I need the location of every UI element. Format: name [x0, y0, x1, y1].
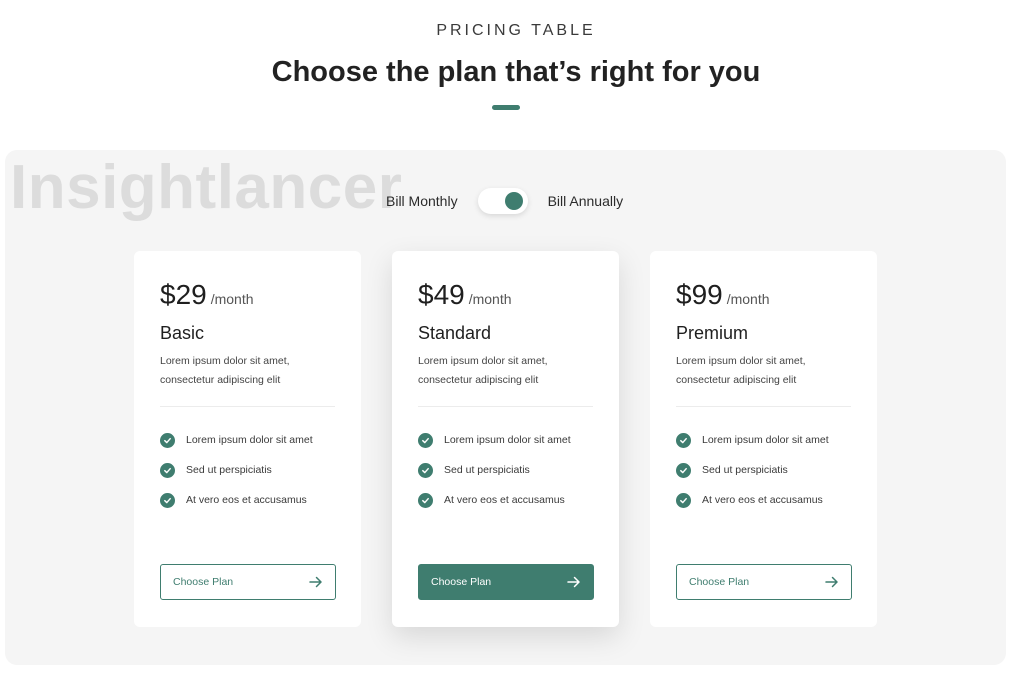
plan-card-premium: $99 /month Premium Lorem ipsum dolor sit… — [650, 251, 877, 627]
price-amount: $49 — [418, 279, 465, 310]
price-period: /month — [210, 291, 254, 307]
plan-price: $29 /month — [160, 279, 335, 311]
billing-toggle-group: Bill Monthly Bill Annually — [386, 186, 623, 216]
price-period: /month — [468, 291, 512, 307]
feature-item: Lorem ipsum dolor sit amet — [676, 425, 851, 455]
bill-monthly-label[interactable]: Bill Monthly — [386, 193, 458, 209]
check-circle-icon — [676, 462, 691, 478]
check-circle-icon — [676, 492, 691, 508]
bill-annually-label[interactable]: Bill Annually — [548, 193, 624, 209]
arrow-right-icon — [825, 576, 839, 588]
feature-item: Lorem ipsum dolor sit amet — [160, 425, 335, 455]
feature-label: Sed ut perspiciatis — [186, 464, 272, 476]
divider — [676, 406, 851, 407]
feature-label: Sed ut perspiciatis — [444, 464, 530, 476]
arrow-right-icon — [567, 576, 581, 588]
feature-item: At vero eos et accusamus — [160, 485, 335, 515]
page-title: Choose the plan that’s right for you — [271, 56, 761, 88]
button-label: Choose Plan — [689, 576, 750, 588]
feature-label: Lorem ipsum dolor sit amet — [702, 434, 829, 446]
plan-name: Premium — [676, 323, 749, 343]
plan-description: Lorem ipsum dolor sit amet, consectetur … — [160, 355, 290, 386]
choose-plan-button[interactable]: Choose Plan — [160, 564, 336, 600]
divider — [418, 406, 593, 407]
watermark-logo: Insightlancer — [10, 153, 403, 222]
feature-item: Sed ut perspiciatis — [160, 455, 335, 485]
divider — [160, 406, 335, 407]
choose-plan-button[interactable]: Choose Plan — [676, 564, 852, 600]
toggle-knob — [504, 192, 523, 210]
feature-label: At vero eos et accusamus — [186, 494, 307, 506]
check-circle-icon — [418, 492, 433, 508]
check-circle-icon — [160, 432, 175, 448]
section-eyebrow: PRICING TABLE — [436, 22, 596, 39]
button-label: Choose Plan — [431, 576, 492, 588]
plan-name: Standard — [418, 323, 492, 343]
plan-description: Lorem ipsum dolor sit amet, consectetur … — [418, 355, 548, 386]
feature-label: Lorem ipsum dolor sit amet — [186, 434, 313, 446]
button-label: Choose Plan — [173, 576, 234, 588]
feature-label: At vero eos et accusamus — [702, 494, 823, 506]
price-period: /month — [726, 291, 770, 307]
plan-price: $99 /month — [676, 279, 851, 311]
plan-description: Lorem ipsum dolor sit amet, consectetur … — [676, 355, 806, 386]
arrow-right-icon — [309, 576, 323, 588]
check-circle-icon — [418, 432, 433, 448]
feature-item: At vero eos et accusamus — [418, 485, 593, 515]
feature-item: Sed ut perspiciatis — [676, 455, 851, 485]
feature-label: At vero eos et accusamus — [444, 494, 565, 506]
plan-card-basic: $29 /month Basic Lorem ipsum dolor sit a… — [134, 251, 361, 627]
feature-item: Lorem ipsum dolor sit amet — [418, 425, 593, 455]
check-circle-icon — [676, 432, 691, 448]
price-amount: $29 — [160, 279, 207, 310]
title-accent-bar — [492, 105, 520, 110]
feature-item: At vero eos et accusamus — [676, 485, 851, 515]
plan-card-standard: $49 /month Standard Lorem ipsum dolor si… — [392, 251, 619, 627]
price-amount: $99 — [676, 279, 723, 310]
feature-label: Lorem ipsum dolor sit amet — [444, 434, 571, 446]
check-circle-icon — [418, 462, 433, 478]
feature-label: Sed ut perspiciatis — [702, 464, 788, 476]
feature-item: Sed ut perspiciatis — [418, 455, 593, 485]
check-circle-icon — [160, 462, 175, 478]
billing-toggle[interactable] — [477, 188, 528, 214]
check-circle-icon — [160, 492, 175, 508]
choose-plan-button[interactable]: Choose Plan — [418, 564, 594, 600]
plan-price: $49 /month — [418, 279, 593, 311]
plan-name: Basic — [160, 323, 205, 343]
